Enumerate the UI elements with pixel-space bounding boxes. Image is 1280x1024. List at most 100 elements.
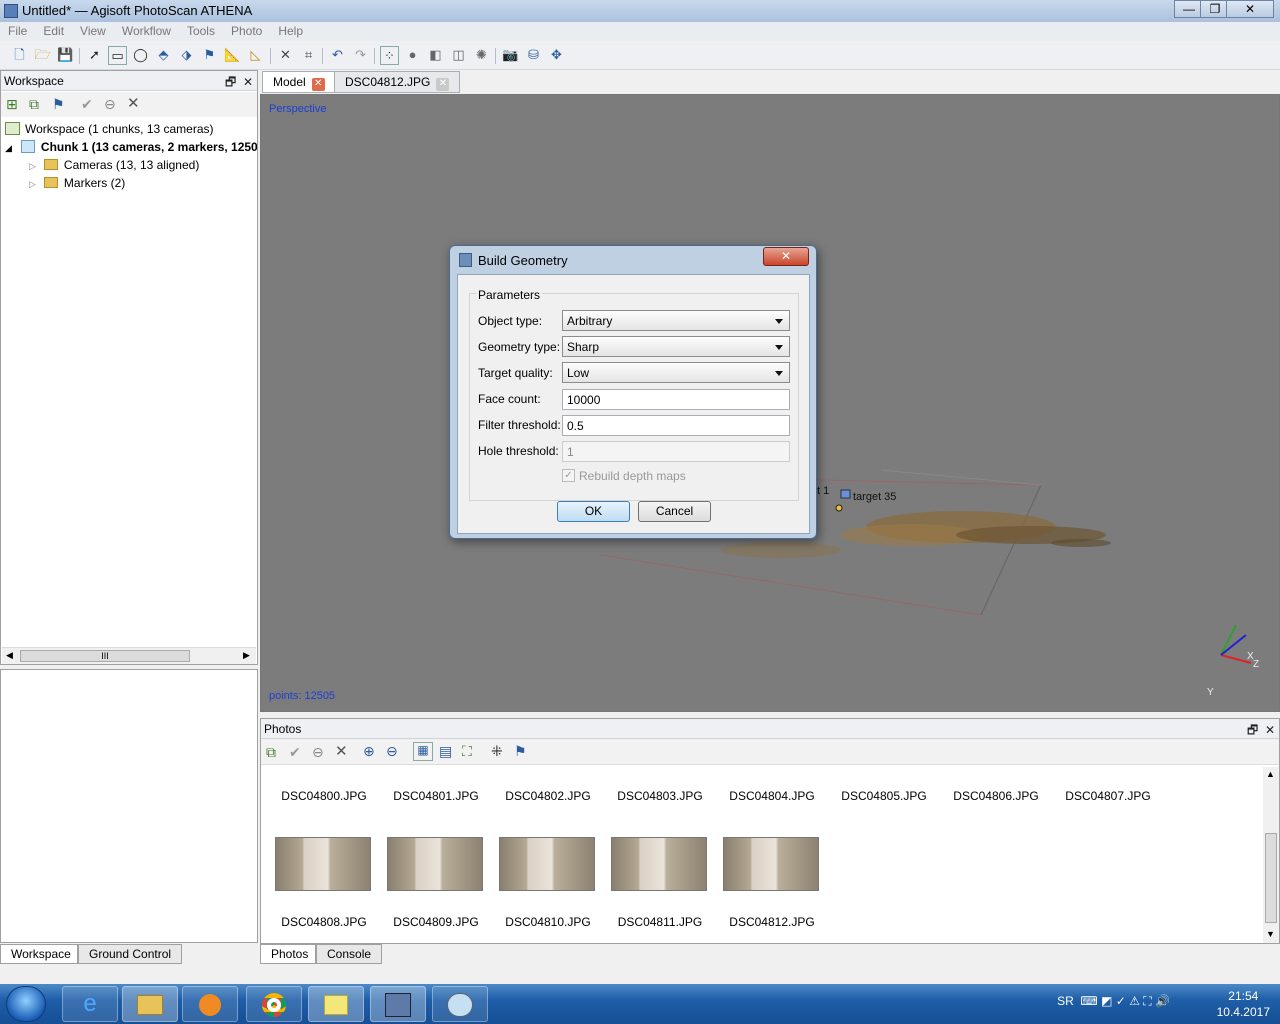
- photo-item[interactable]: DSC04802.JPG: [493, 789, 603, 803]
- panel-close-icon[interactable]: ✕: [1265, 723, 1275, 737]
- photo-item[interactable]: DSC04804.JPG: [717, 789, 827, 803]
- wireframe-icon[interactable]: ◫: [449, 46, 468, 65]
- photo-item[interactable]: DSC04800.JPG: [269, 789, 379, 803]
- language-indicator[interactable]: SR: [1057, 994, 1074, 1008]
- add-photos-icon[interactable]: ⧉: [266, 744, 276, 761]
- tab-model[interactable]: Model ✕: [262, 71, 336, 93]
- resize-region-icon[interactable]: ⬗: [177, 46, 196, 65]
- show-region-icon[interactable]: ⛁: [524, 46, 543, 65]
- ok-button[interactable]: OK: [557, 501, 630, 522]
- enable-icon[interactable]: ✔: [81, 96, 93, 113]
- rectangle-selection-icon[interactable]: ▭: [108, 46, 127, 65]
- marker-label-target-35[interactable]: target 35: [853, 491, 896, 503]
- media-player-icon[interactable]: [182, 986, 238, 1022]
- remove-icon[interactable]: ✕: [335, 742, 348, 760]
- icons-view-icon[interactable]: ▦: [413, 742, 433, 761]
- window-close-button[interactable]: ✕: [1226, 0, 1274, 18]
- tab-ground-control[interactable]: Ground Control: [78, 944, 183, 964]
- filter-threshold-field[interactable]: 0.5: [562, 415, 790, 436]
- face-count-field[interactable]: 10000: [562, 389, 790, 410]
- move-region-icon[interactable]: ⬘: [154, 46, 173, 65]
- delete-selection-icon[interactable]: ✕: [276, 46, 295, 65]
- details-view-icon[interactable]: ▤: [439, 743, 452, 760]
- expand-arrow-icon[interactable]: ▷: [29, 161, 36, 171]
- scroll-thumb[interactable]: [1265, 833, 1277, 923]
- photo-item[interactable]: DSC04808.JPG: [269, 915, 379, 929]
- marker-label-1[interactable]: t 1: [817, 485, 829, 497]
- undock-icon[interactable]: 🗗: [225, 75, 236, 89]
- photo-item[interactable]: DSC04809.JPG: [381, 915, 491, 929]
- rebuild-depth-maps-checkbox[interactable]: ✓: [562, 469, 575, 482]
- shaded-icon[interactable]: ●: [403, 46, 422, 65]
- enable-icon[interactable]: ✔: [289, 744, 301, 761]
- chrome-icon[interactable]: [246, 986, 302, 1022]
- tree-markers[interactable]: ▷ Markers (2): [5, 174, 257, 192]
- internet-explorer-icon[interactable]: e: [62, 986, 118, 1022]
- new-icon[interactable]: 🗋: [10, 46, 29, 65]
- close-tab-icon[interactable]: ✕: [436, 78, 450, 91]
- tab-photos[interactable]: Photos: [260, 944, 316, 964]
- zoom-out-icon[interactable]: ⊖: [386, 743, 398, 760]
- save-icon[interactable]: 💾: [56, 46, 75, 65]
- disable-icon[interactable]: ⊖: [104, 96, 116, 113]
- tray-volume-icon[interactable]: 🔊: [1155, 994, 1170, 1008]
- photo-item[interactable]: DSC04805.JPG: [829, 789, 939, 803]
- paint-icon[interactable]: [432, 986, 488, 1022]
- expand-arrow-icon[interactable]: ▷: [29, 179, 36, 189]
- tray-network-icon[interactable]: ⛶: [1143, 994, 1151, 1008]
- menu-workflow[interactable]: Workflow: [114, 22, 179, 38]
- disable-icon[interactable]: ⊖: [312, 744, 324, 761]
- horizontal-scrollbar[interactable]: ◀ III ▶: [2, 647, 256, 664]
- add-chunk-icon[interactable]: ⊞: [6, 96, 18, 113]
- geometry-type-select[interactable]: Sharp: [562, 336, 790, 357]
- tray-acrobat-icon[interactable]: ◩: [1101, 994, 1112, 1008]
- reset-filter-icon[interactable]: ⁜: [491, 743, 503, 760]
- undock-icon[interactable]: 🗗: [1247, 723, 1258, 737]
- taskbar-clock[interactable]: 21:54 10.4.2017: [1217, 988, 1270, 1020]
- photo-thumbnail[interactable]: [723, 837, 819, 891]
- tree-chunk-1[interactable]: ◢ Chunk 1 (13 cameras, 2 markers, 12505: [5, 138, 257, 156]
- tab-photo-dsc04812[interactable]: DSC04812.JPG ✕: [334, 71, 461, 93]
- scroll-up-icon[interactable]: ▲: [1266, 769, 1275, 779]
- ruler-icon[interactable]: 📐: [223, 46, 242, 65]
- tree-workspace-root[interactable]: Workspace (1 chunks, 13 cameras): [5, 120, 257, 138]
- menu-tools[interactable]: Tools: [179, 22, 223, 38]
- vertical-scrollbar[interactable]: ▲ ▼: [1263, 767, 1279, 943]
- zoom-in-icon[interactable]: ⊕: [363, 743, 375, 760]
- close-tab-icon[interactable]: ✕: [311, 78, 325, 91]
- tab-workspace[interactable]: Workspace: [0, 944, 78, 964]
- photoscan-taskbar-icon[interactable]: [370, 986, 426, 1022]
- photo-item[interactable]: DSC04811.JPG: [605, 915, 715, 929]
- crop-selection-icon[interactable]: ⌗: [299, 46, 318, 65]
- rotate-region-icon[interactable]: ⚑: [200, 46, 219, 65]
- circle-selection-icon[interactable]: ◯: [131, 46, 150, 65]
- textured-icon[interactable]: ✺: [472, 46, 491, 65]
- measure-icon[interactable]: ◺: [246, 46, 265, 65]
- cancel-button[interactable]: Cancel: [638, 501, 711, 522]
- photo-thumbnail[interactable]: [387, 837, 483, 891]
- collapse-arrow-icon[interactable]: ◢: [5, 143, 12, 153]
- tab-console[interactable]: Console: [316, 944, 383, 964]
- open-icon[interactable]: 🗁: [33, 46, 52, 65]
- tray-check-icon[interactable]: ✓: [1116, 994, 1126, 1008]
- scroll-down-icon[interactable]: ▼: [1266, 929, 1275, 939]
- photo-item[interactable]: DSC04807.JPG: [1053, 789, 1163, 803]
- photo-thumbnail[interactable]: [611, 837, 707, 891]
- sticky-notes-icon[interactable]: [308, 986, 364, 1022]
- remove-icon[interactable]: ✕: [127, 94, 140, 112]
- solid-icon[interactable]: ◧: [426, 46, 445, 65]
- photo-thumbnail[interactable]: [499, 837, 595, 891]
- menu-photo[interactable]: Photo: [223, 22, 270, 38]
- tray-keyboard-icon[interactable]: ⌨: [1080, 994, 1097, 1008]
- photo-item[interactable]: DSC04803.JPG: [605, 789, 715, 803]
- hole-threshold-field[interactable]: 1: [562, 441, 790, 462]
- reset-view-icon[interactable]: ✥: [547, 46, 566, 65]
- scroll-right-icon[interactable]: ▶: [243, 650, 250, 661]
- file-explorer-icon[interactable]: [122, 986, 178, 1022]
- show-cameras-icon[interactable]: 📷: [501, 46, 520, 65]
- menu-view[interactable]: View: [72, 22, 114, 38]
- panel-close-icon[interactable]: ✕: [243, 75, 253, 89]
- marker-filter-icon[interactable]: ⚑: [514, 743, 527, 760]
- menu-edit[interactable]: Edit: [35, 22, 72, 38]
- photo-item[interactable]: DSC04806.JPG: [941, 789, 1051, 803]
